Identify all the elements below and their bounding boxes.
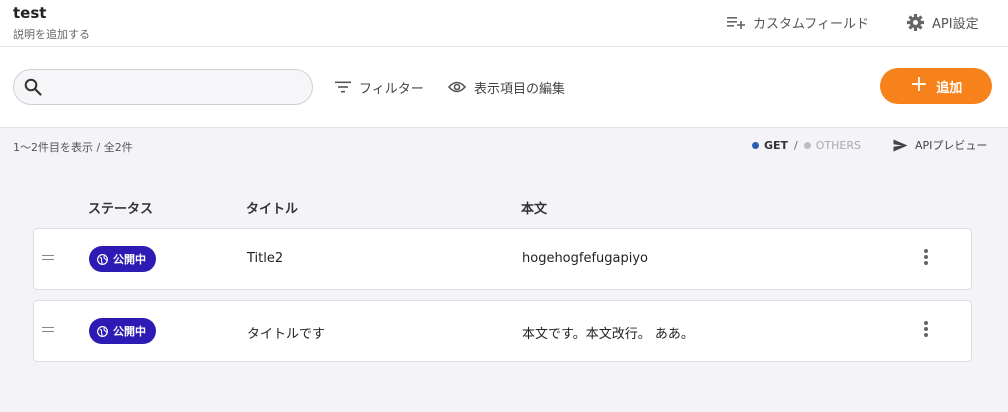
search-icon xyxy=(24,78,42,96)
row-title: タイトルです xyxy=(247,327,326,342)
api-settings-button[interactable]: API設定 xyxy=(906,11,979,33)
edit-columns-button[interactable]: 表示項目の編集 xyxy=(448,76,565,98)
toolbar: フィルター 表示項目の編集 + 追加 xyxy=(0,47,1008,128)
playlist-add-icon xyxy=(727,17,745,29)
api-preview-button[interactable]: APIプレビュー xyxy=(893,137,987,153)
add-button[interactable]: + 追加 xyxy=(880,68,992,104)
others-dot xyxy=(803,142,811,149)
status-badge: 公開中 xyxy=(89,318,156,344)
globe-icon xyxy=(97,253,108,265)
search-box[interactable] xyxy=(13,69,313,105)
filter-label: フィルター xyxy=(359,81,424,97)
table-row[interactable]: 公開中 タイトルです 本文です。本文改行。 ああ。 xyxy=(33,300,972,362)
kebab-icon[interactable] xyxy=(918,249,934,269)
api-preview-label: APIプレビュー xyxy=(915,139,988,152)
row-body: 本文です。本文改行。 ああ。 xyxy=(522,327,694,342)
page-title: test xyxy=(13,4,47,22)
get-label[interactable]: GET xyxy=(764,139,788,152)
kebab-icon[interactable] xyxy=(918,321,934,341)
status-badge-label: 公開中 xyxy=(113,253,146,266)
custom-field-button[interactable]: カスタムフィールド xyxy=(726,11,869,33)
add-description-link[interactable]: 説明を追加する xyxy=(13,26,90,42)
column-header-status[interactable]: ステータス xyxy=(88,198,153,217)
drag-handle-icon[interactable] xyxy=(42,255,54,263)
custom-field-label: カスタムフィールド xyxy=(753,16,869,32)
table-row[interactable]: 公開中 Title2 hogehogfefugapiyo xyxy=(33,228,972,290)
eye-icon xyxy=(448,81,466,93)
top-bar: test 説明を追加する カスタムフィールド API設定 xyxy=(0,0,1008,47)
result-count: 1〜2件目を表示 / 全2件 xyxy=(13,141,133,154)
column-header-title[interactable]: タイトル xyxy=(246,198,298,217)
row-title: Title2 xyxy=(247,251,284,266)
column-header-body[interactable]: 本文 xyxy=(521,198,547,217)
status-badge-label: 公開中 xyxy=(113,325,146,338)
plus-icon: + xyxy=(909,72,929,97)
method-indicator: GET / OTHERS xyxy=(752,139,861,152)
row-body: hogehogfefugapiyo xyxy=(522,251,649,266)
filter-button[interactable]: フィルター xyxy=(335,76,424,98)
get-dot xyxy=(752,142,759,149)
status-badge: 公開中 xyxy=(89,246,156,272)
edit-columns-label: 表示項目の編集 xyxy=(474,81,566,97)
gear-icon xyxy=(906,13,925,31)
add-button-label: 追加 xyxy=(936,80,963,96)
filter-icon xyxy=(335,81,351,93)
method-separator: / xyxy=(794,139,798,152)
globe-icon xyxy=(97,325,108,337)
drag-handle-icon[interactable] xyxy=(42,327,54,335)
send-icon xyxy=(893,139,908,151)
search-input[interactable] xyxy=(50,79,290,95)
api-settings-label: API設定 xyxy=(932,16,979,32)
others-label[interactable]: OTHERS xyxy=(816,139,861,152)
